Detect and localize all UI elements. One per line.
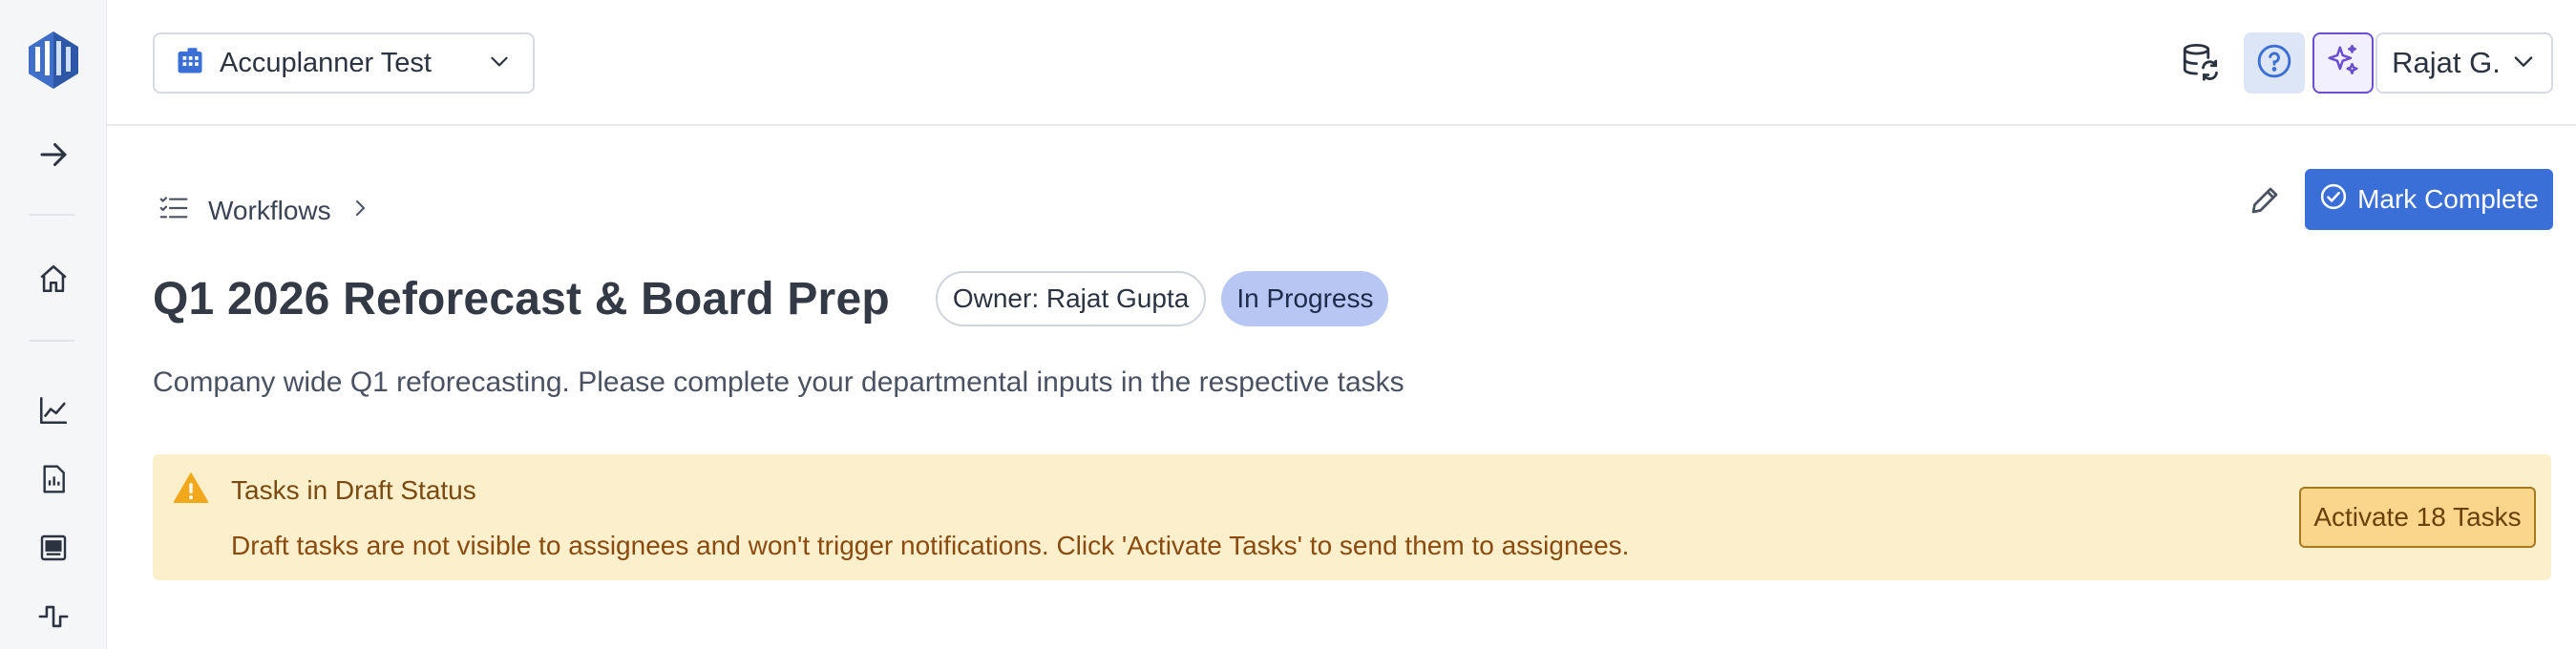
report-icon[interactable]	[0, 456, 107, 502]
sidebar-divider	[29, 340, 74, 342]
workflow-description: Company wide Q1 reforecasting. Please co…	[153, 366, 1404, 398]
logo-icon[interactable]	[0, 27, 107, 95]
chevron-down-icon	[487, 49, 512, 78]
warning-icon	[172, 470, 210, 513]
check-circle-icon	[2319, 182, 2348, 218]
mark-complete-label: Mark Complete	[2357, 184, 2539, 214]
breadcrumb: Workflows	[157, 193, 371, 228]
alert-message: Draft tasks are not visible to assignees…	[231, 531, 1630, 560]
top-bar: Accuplanner Test Rajat G.	[107, 0, 2576, 126]
line-chart-icon[interactable]	[0, 387, 107, 433]
sidebar	[0, 0, 107, 649]
help-button[interactable]	[2244, 32, 2305, 94]
sidebar-divider	[29, 214, 74, 216]
user-name: Rajat G.	[2392, 46, 2501, 79]
database-sync-icon	[2180, 41, 2220, 86]
pencil-icon	[2248, 183, 2282, 222]
user-menu[interactable]: Rajat G.	[2375, 32, 2553, 94]
ai-assistant-button[interactable]	[2312, 32, 2374, 94]
company-select[interactable]: Accuplanner Test	[153, 32, 535, 94]
help-icon	[2256, 43, 2292, 84]
alert-title: Tasks in Draft Status	[231, 475, 476, 505]
owner-badge: Owner: Rajat Gupta	[935, 271, 1207, 326]
home-icon[interactable]	[0, 256, 107, 302]
chevron-down-icon	[2510, 48, 2537, 79]
activate-tasks-button[interactable]: Activate 18 Tasks	[2299, 487, 2536, 548]
expand-arrow-icon[interactable]	[0, 132, 107, 178]
building-icon	[176, 47, 204, 80]
database-sync-button[interactable]	[2169, 32, 2230, 94]
title-row: Q1 2026 Reforecast & Board Prep Owner: R…	[153, 271, 1389, 326]
image-board-icon[interactable]	[0, 525, 107, 571]
edit-button[interactable]	[2238, 176, 2291, 229]
draft-status-alert: Tasks in Draft Status Draft tasks are no…	[153, 454, 2551, 580]
page-title: Q1 2026 Reforecast & Board Prep	[153, 273, 890, 324]
company-select-label: Accuplanner Test	[220, 47, 432, 78]
status-badge: In Progress	[1221, 271, 1389, 326]
chevron-right-icon	[348, 197, 371, 224]
pulse-icon[interactable]	[0, 594, 107, 639]
mark-complete-button[interactable]: Mark Complete	[2305, 169, 2553, 230]
main-content: Workflows Mark Complete Q1 2026 Reforeca…	[107, 126, 2576, 649]
task-list-icon	[157, 193, 191, 228]
breadcrumb-workflows[interactable]: Workflows	[208, 196, 331, 226]
sparkle-icon	[2325, 43, 2361, 84]
